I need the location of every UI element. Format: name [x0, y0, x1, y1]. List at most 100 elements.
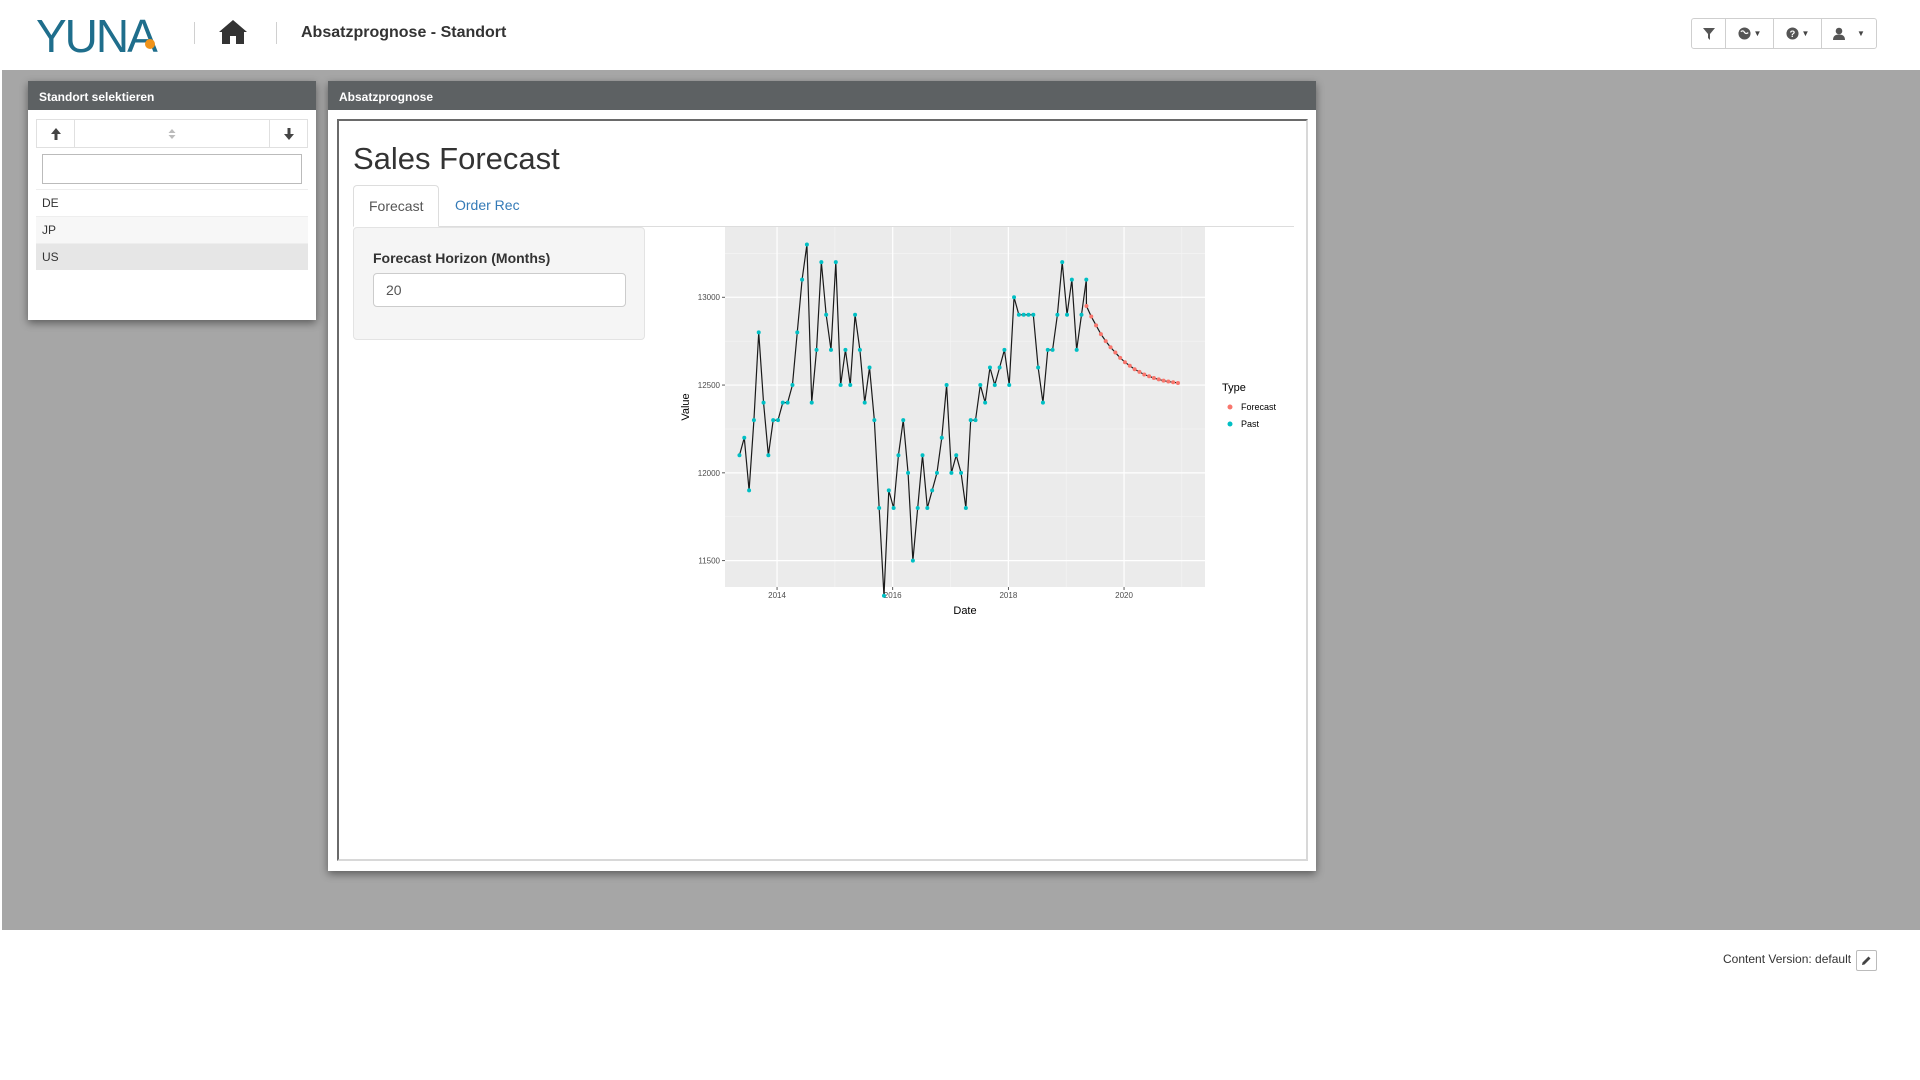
home-button[interactable] [218, 18, 252, 50]
forecast-data-point [1094, 323, 1099, 328]
user-menu-button[interactable]: ▼ [1822, 19, 1876, 48]
question-icon: ? [1785, 27, 1799, 40]
past-data-point [959, 470, 964, 475]
chevron-down-icon: ▼ [1753, 29, 1762, 38]
past-data-point [761, 400, 766, 405]
chevron-down-icon: ▼ [1857, 29, 1865, 38]
past-data-point [1055, 312, 1060, 317]
forecast-data-point [1161, 378, 1166, 383]
y-tick-label: 11500 [698, 557, 720, 566]
legend-marker-forecast [1227, 404, 1233, 410]
language-button[interactable]: ▼ [1726, 19, 1774, 48]
location-select-panel: Standort selektieren DE JP US [28, 81, 316, 320]
list-item[interactable]: DE [36, 189, 308, 216]
past-data-point [1036, 365, 1041, 370]
legend-title: Type [1222, 382, 1246, 394]
forecast-data-point [1142, 372, 1147, 377]
past-data-point [785, 400, 790, 405]
location-search-input[interactable] [42, 154, 302, 184]
past-data-point [1050, 347, 1055, 352]
past-data-point [1002, 347, 1007, 352]
forecast-data-point [1113, 350, 1118, 355]
forecast-data-point [1175, 380, 1180, 385]
legend-label-forecast: Forecast [1241, 402, 1277, 412]
page-title: Absatzprognose - Standort [301, 24, 507, 41]
list-item[interactable]: JP [36, 216, 308, 243]
past-data-point [925, 505, 930, 510]
past-data-point [737, 453, 742, 458]
past-data-point [881, 593, 886, 598]
top-navbar: YUNA Absatzprognose - Standort ▼ ? ▼ ▼ [0, 0, 1920, 70]
past-data-point [910, 558, 915, 563]
user-icon [1833, 27, 1846, 40]
legend-label-past: Past [1241, 419, 1260, 429]
tab-bar: Forecast Order Rec [353, 185, 1294, 227]
past-data-point [775, 418, 780, 423]
forecast-data-point [1147, 374, 1152, 379]
sort-descending-button[interactable] [270, 120, 307, 147]
forecast-data-point [1103, 339, 1108, 344]
list-item[interactable]: US [36, 243, 308, 270]
forecast-data-point [1118, 355, 1123, 360]
past-data-point [1084, 277, 1089, 282]
past-data-point [1021, 312, 1026, 317]
past-data-point [901, 418, 906, 423]
past-data-point [809, 400, 814, 405]
forecast-data-point [1108, 345, 1113, 350]
past-data-point [934, 470, 939, 475]
forecast-data-point [1089, 314, 1094, 319]
forecast-horizon-label: Forecast Horizon (Months) [373, 250, 551, 266]
forecast-data-point [1127, 363, 1132, 368]
tab-forecast[interactable]: Forecast [353, 185, 440, 227]
forecast-horizon-input[interactable]: 20 [373, 273, 626, 307]
help-button[interactable]: ? ▼ [1774, 19, 1822, 48]
past-data-point [963, 505, 968, 510]
panel-title: Absatzprognose [328, 81, 1316, 110]
past-data-point [939, 435, 944, 440]
forecast-data-point [1166, 379, 1171, 384]
svg-text:?: ? [1789, 29, 1795, 39]
past-data-point [1016, 312, 1021, 317]
svg-text:YUNA: YUNA [36, 10, 158, 60]
past-data-point [1026, 312, 1031, 317]
sort-ascending-button[interactable] [37, 120, 75, 147]
past-data-point [824, 312, 829, 317]
past-data-point [766, 453, 771, 458]
arrow-up-icon [50, 127, 61, 140]
sort-icon [168, 128, 176, 139]
yuna-logo[interactable]: YUNA [36, 10, 166, 60]
past-data-point [804, 242, 809, 247]
past-data-point [968, 418, 973, 423]
past-data-point [1060, 260, 1065, 265]
forecast-data-point [1098, 332, 1103, 337]
past-data-point [915, 505, 920, 510]
past-data-point [987, 365, 992, 370]
edit-content-version-button[interactable] [1856, 950, 1877, 971]
forecast-data-point [1156, 377, 1161, 382]
past-data-point [944, 383, 949, 388]
panel-title: Standort selektieren [28, 81, 316, 110]
past-data-point [838, 383, 843, 388]
forecast-data-point [1151, 376, 1156, 381]
sort-column-header[interactable] [75, 120, 270, 147]
past-data-point [853, 312, 858, 317]
past-data-point [992, 383, 997, 388]
past-data-point [1074, 347, 1079, 352]
past-data-point [978, 383, 983, 388]
sort-controls [36, 119, 308, 148]
past-data-point [756, 330, 761, 335]
past-data-point [954, 453, 959, 458]
x-tick-label: 2018 [999, 591, 1017, 600]
past-data-point [747, 488, 752, 493]
header-divider [194, 22, 195, 44]
past-data-point [1012, 295, 1017, 300]
x-tick-label: 2020 [1115, 591, 1133, 600]
past-data-point [843, 347, 848, 352]
past-data-point [1040, 400, 1045, 405]
tab-order-rec[interactable]: Order Rec [440, 185, 535, 227]
forecast-data-point [1171, 380, 1176, 385]
content-version-label: Content Version: default [1723, 952, 1852, 966]
sales-forecast-chart: 2014 2016 2018 2020 11500 12000 12500 13000 Val… [680, 227, 1277, 617]
filter-button[interactable] [1692, 19, 1726, 48]
past-data-point [828, 347, 833, 352]
